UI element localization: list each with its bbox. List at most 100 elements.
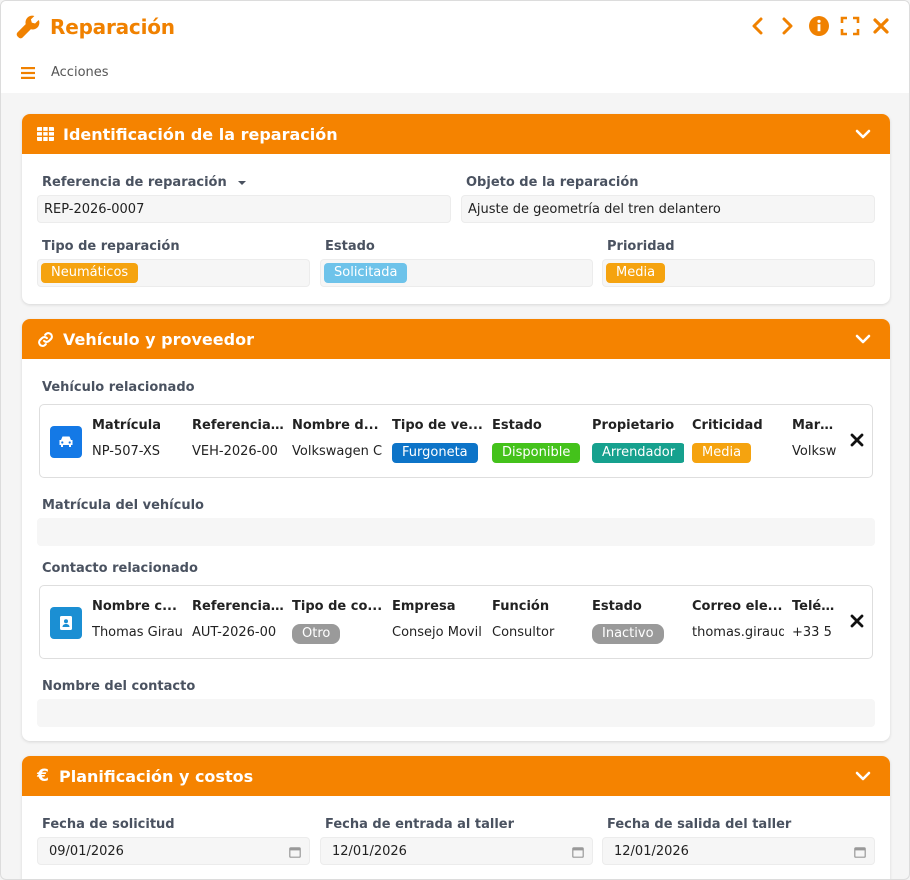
estado-badge: Solicitada: [324, 263, 408, 283]
planning-panel: € Planificación y costos Fecha de solici…: [22, 756, 890, 879]
col-header: Referencia...: [192, 418, 284, 433]
identification-panel: Identificación de la reparación Referenc…: [22, 114, 890, 304]
col-value: thomas.giraud: [692, 625, 784, 640]
title-row: Reparación: [15, 13, 175, 41]
prioridad-badge: Media: [606, 263, 666, 283]
estado-field[interactable]: Solicitada: [320, 259, 593, 287]
col-header: Estado: [592, 599, 642, 614]
link-icon: [36, 330, 54, 348]
vehicle-card[interactable]: Matrícula NP-507-XS Referencia... VEH-20…: [39, 404, 873, 478]
actions-menu[interactable]: Acciones: [21, 65, 109, 80]
tipo-label: Tipo de reparación: [42, 239, 180, 254]
estado-label: Estado: [325, 239, 375, 254]
info-icon[interactable]: [809, 15, 829, 37]
contact-col-funcion: Función Consultor: [492, 586, 584, 645]
expand-icon[interactable]: [840, 15, 860, 37]
ref-label-text: Referencia de reparación: [42, 175, 227, 190]
solicitud-date-value: 09/01/2026: [49, 843, 124, 859]
estado-contacto-badge: Inactivo: [592, 624, 664, 644]
col-value: VEH-2026-00: [192, 444, 278, 459]
col-header: Nombre c...: [92, 599, 177, 614]
repair-window: Reparación Acciones Identificación de la…: [0, 0, 910, 880]
prioridad-field[interactable]: Media: [602, 259, 875, 287]
caret-down-icon[interactable]: [237, 175, 247, 190]
contact-col-estado: Estado Inactivo: [592, 586, 684, 644]
vehicle-col-propietario: Propietario Arrendador: [592, 405, 684, 463]
actions-label[interactable]: Acciones: [51, 65, 109, 80]
entrada-label: Fecha de entrada al taller: [325, 817, 515, 832]
vehicle-col-marca: Marca Volksw: [792, 405, 836, 464]
contact-col-empresa: Empresa Consejo Movil: [392, 586, 484, 645]
solicitud-label: Fecha de solicitud: [42, 817, 175, 832]
entrada-date-field[interactable]: 12/01/2026: [320, 837, 593, 865]
calendar-icon[interactable]: [289, 846, 301, 858]
col-value: AUT-2026-00: [192, 625, 277, 640]
chevron-down-icon[interactable]: [854, 767, 872, 785]
col-header: Propietario: [592, 418, 675, 433]
col-value: +33 5 5: [792, 625, 836, 640]
identification-panel-header[interactable]: Identificación de la reparación: [22, 114, 890, 154]
window-controls: [747, 15, 891, 37]
col-header: Correo ele...: [692, 599, 783, 614]
chevron-down-icon[interactable]: [854, 330, 872, 348]
vehicle-col-criticidad: Criticidad Media: [692, 405, 784, 463]
entrada-date-value: 12/01/2026: [332, 843, 407, 859]
ref-field[interactable]: REP-2026-0007: [37, 195, 451, 223]
chevron-down-icon[interactable]: [854, 125, 872, 143]
remove-vehicle-icon[interactable]: [850, 433, 864, 447]
table-icon: [36, 125, 54, 143]
vehicle-col-estado: Estado Disponible: [492, 405, 584, 463]
col-value: Thomas Girau: [92, 625, 183, 640]
contact-col-correo: Correo ele... thomas.giraud: [692, 586, 784, 645]
close-icon[interactable]: [871, 15, 891, 37]
contact-col-referencia: Referencia... AUT-2026-00: [192, 586, 284, 645]
col-header: Tipo de ve...: [392, 418, 483, 433]
vehicle-panel-header[interactable]: Vehículo y proveedor: [22, 319, 890, 359]
tipo-field[interactable]: Neumáticos: [37, 259, 310, 287]
col-header: Referencia...: [192, 599, 284, 614]
remove-contact-icon[interactable]: [850, 614, 864, 628]
nombre-contacto-field[interactable]: [37, 699, 875, 727]
window-header: Reparación Acciones: [1, 1, 909, 93]
vehicle-col-matricula: Matrícula NP-507-XS: [92, 405, 184, 464]
euro-icon: €: [37, 766, 49, 786]
contact-col-nombre: Nombre c... Thomas Girau: [92, 586, 184, 645]
page-title: Reparación: [50, 15, 175, 39]
ref-label[interactable]: Referencia de reparación: [42, 175, 247, 190]
criticidad-badge: Media: [692, 443, 752, 463]
objeto-field[interactable]: Ajuste de geometría del tren delantero: [461, 195, 875, 223]
tipo-badge: Neumáticos: [41, 263, 139, 283]
solicitud-date-field[interactable]: 09/01/2026: [37, 837, 310, 865]
matricula-field[interactable]: [37, 518, 875, 546]
vehicle-col-tipo: Tipo de ve... Furgoneta: [392, 405, 484, 463]
col-value: Volksw: [792, 444, 836, 459]
tipo-contacto-badge: Otro: [292, 624, 341, 644]
col-value: NP-507-XS: [92, 444, 160, 459]
chevron-left-icon[interactable]: [747, 15, 767, 37]
contact-card[interactable]: Nombre c... Thomas Girau Referencia... A…: [39, 585, 873, 659]
col-header: Empresa: [392, 599, 456, 614]
salida-date-value: 12/01/2026: [614, 843, 689, 859]
hamburger-icon[interactable]: [21, 66, 35, 79]
col-header: Teléfor: [792, 599, 836, 614]
tipo-vehiculo-badge: Furgoneta: [392, 443, 478, 463]
col-header: Función: [492, 599, 550, 614]
salida-label: Fecha de salida del taller: [607, 817, 792, 832]
contact-card-icon: [50, 607, 82, 639]
col-value: Volkswagen C: [292, 444, 383, 459]
salida-date-field[interactable]: 12/01/2026: [602, 837, 875, 865]
vehicle-col-nombre: Nombre d... Volkswagen C: [292, 405, 384, 464]
contacto-rel-label: Contacto relacionado: [42, 561, 198, 576]
contact-col-telefono: Teléfor +33 5 5: [792, 586, 836, 645]
vehicle-panel: Vehículo y proveedor Vehículo relacionad…: [22, 319, 890, 741]
wrench-icon: [15, 14, 41, 40]
chevron-right-icon[interactable]: [778, 15, 798, 37]
planning-panel-header[interactable]: € Planificación y costos: [22, 756, 890, 796]
col-header: Marca: [792, 418, 836, 433]
calendar-icon[interactable]: [854, 846, 866, 858]
col-header: Matrícula: [92, 418, 161, 433]
car-icon: [50, 426, 82, 458]
calendar-icon[interactable]: [572, 846, 584, 858]
col-header: Criticidad: [692, 418, 763, 433]
identification-panel-title: Identificación de la reparación: [63, 124, 338, 144]
